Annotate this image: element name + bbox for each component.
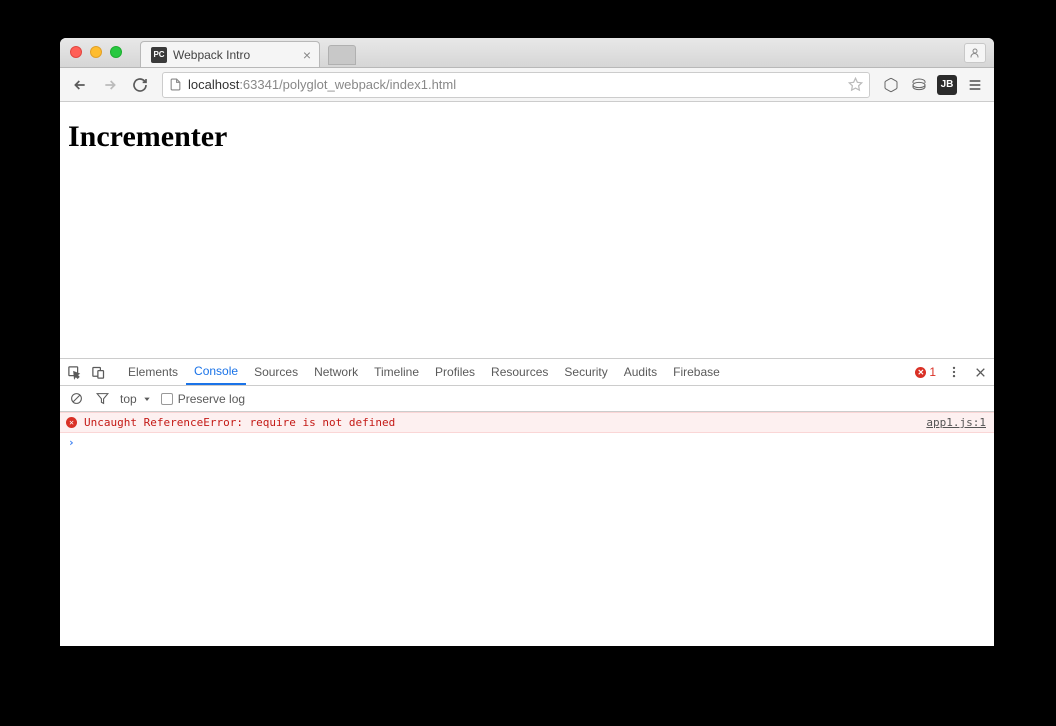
tab-title: Webpack Intro [173, 48, 250, 62]
extension-icon-2[interactable] [908, 74, 930, 96]
browser-tab[interactable]: PC Webpack Intro × [140, 41, 320, 67]
console-filterbar: top Preserve log [60, 386, 994, 412]
bookmark-icon[interactable] [848, 77, 863, 92]
address-path: :63341/polyglot_webpack/index1.html [239, 77, 456, 92]
devtools-panel: Elements Console Sources Network Timelin… [60, 358, 994, 646]
devtools-tab-resources[interactable]: Resources [483, 359, 556, 385]
forward-button[interactable] [98, 73, 122, 97]
address-bar[interactable]: localhost:63341/polyglot_webpack/index1.… [162, 72, 870, 98]
error-badge-icon: ✕ [915, 367, 926, 378]
address-host: localhost [188, 77, 239, 92]
error-count: 1 [929, 365, 936, 379]
window-titlebar: PC Webpack Intro × [60, 38, 994, 68]
devtools-close-icon[interactable] [972, 364, 988, 380]
page-viewport: Incrementer [60, 102, 994, 358]
extension-icon-1[interactable] [880, 74, 902, 96]
tab-close-icon[interactable]: × [303, 47, 311, 63]
devtools-tab-sources[interactable]: Sources [246, 359, 306, 385]
filter-icon[interactable] [94, 391, 110, 407]
new-tab-button[interactable] [328, 45, 356, 65]
device-toggle-icon[interactable] [90, 364, 106, 380]
tabs-strip: PC Webpack Intro × [140, 38, 994, 67]
console-source-link[interactable]: app1.js:1 [926, 416, 986, 429]
devtools-tab-security[interactable]: Security [556, 359, 615, 385]
devtools-tab-console[interactable]: Console [186, 359, 246, 385]
context-selector[interactable]: top [120, 392, 151, 406]
console-prompt[interactable] [60, 433, 994, 452]
profile-button[interactable] [964, 43, 986, 63]
devtools-tab-elements[interactable]: Elements [120, 359, 186, 385]
window-maximize-button[interactable] [110, 46, 122, 58]
error-row-icon: ✕ [66, 417, 77, 428]
traffic-lights [70, 46, 122, 58]
devtools-tab-network[interactable]: Network [306, 359, 366, 385]
console-error-message: Uncaught ReferenceError: require is not … [84, 416, 395, 429]
preserve-log-checkbox[interactable]: Preserve log [161, 392, 245, 406]
devtools-tab-timeline[interactable]: Timeline [366, 359, 427, 385]
devtools-tabbar: Elements Console Sources Network Timelin… [60, 359, 994, 386]
browser-toolbar: localhost:63341/polyglot_webpack/index1.… [60, 68, 994, 102]
back-button[interactable] [68, 73, 92, 97]
inspect-element-icon[interactable] [66, 364, 82, 380]
browser-window: PC Webpack Intro × localhost:63341/polyg… [60, 38, 994, 646]
devtools-menu-icon[interactable] [946, 364, 962, 380]
window-minimize-button[interactable] [90, 46, 102, 58]
clear-console-icon[interactable] [68, 391, 84, 407]
window-close-button[interactable] [70, 46, 82, 58]
console-output: ✕ Uncaught ReferenceError: require is no… [60, 412, 994, 646]
chrome-menu-button[interactable] [964, 74, 986, 96]
devtools-tab-audits[interactable]: Audits [616, 359, 665, 385]
jetbrains-extension-icon[interactable]: JB [936, 74, 958, 96]
error-count-badge[interactable]: ✕ 1 [915, 365, 936, 379]
console-error-row: ✕ Uncaught ReferenceError: require is no… [60, 412, 994, 433]
devtools-tab-firebase[interactable]: Firebase [665, 359, 728, 385]
reload-button[interactable] [128, 73, 152, 97]
page-heading: Incrementer [68, 120, 986, 154]
devtools-tab-profiles[interactable]: Profiles [427, 359, 483, 385]
site-info-icon[interactable] [169, 77, 182, 92]
tab-favicon: PC [151, 47, 167, 63]
